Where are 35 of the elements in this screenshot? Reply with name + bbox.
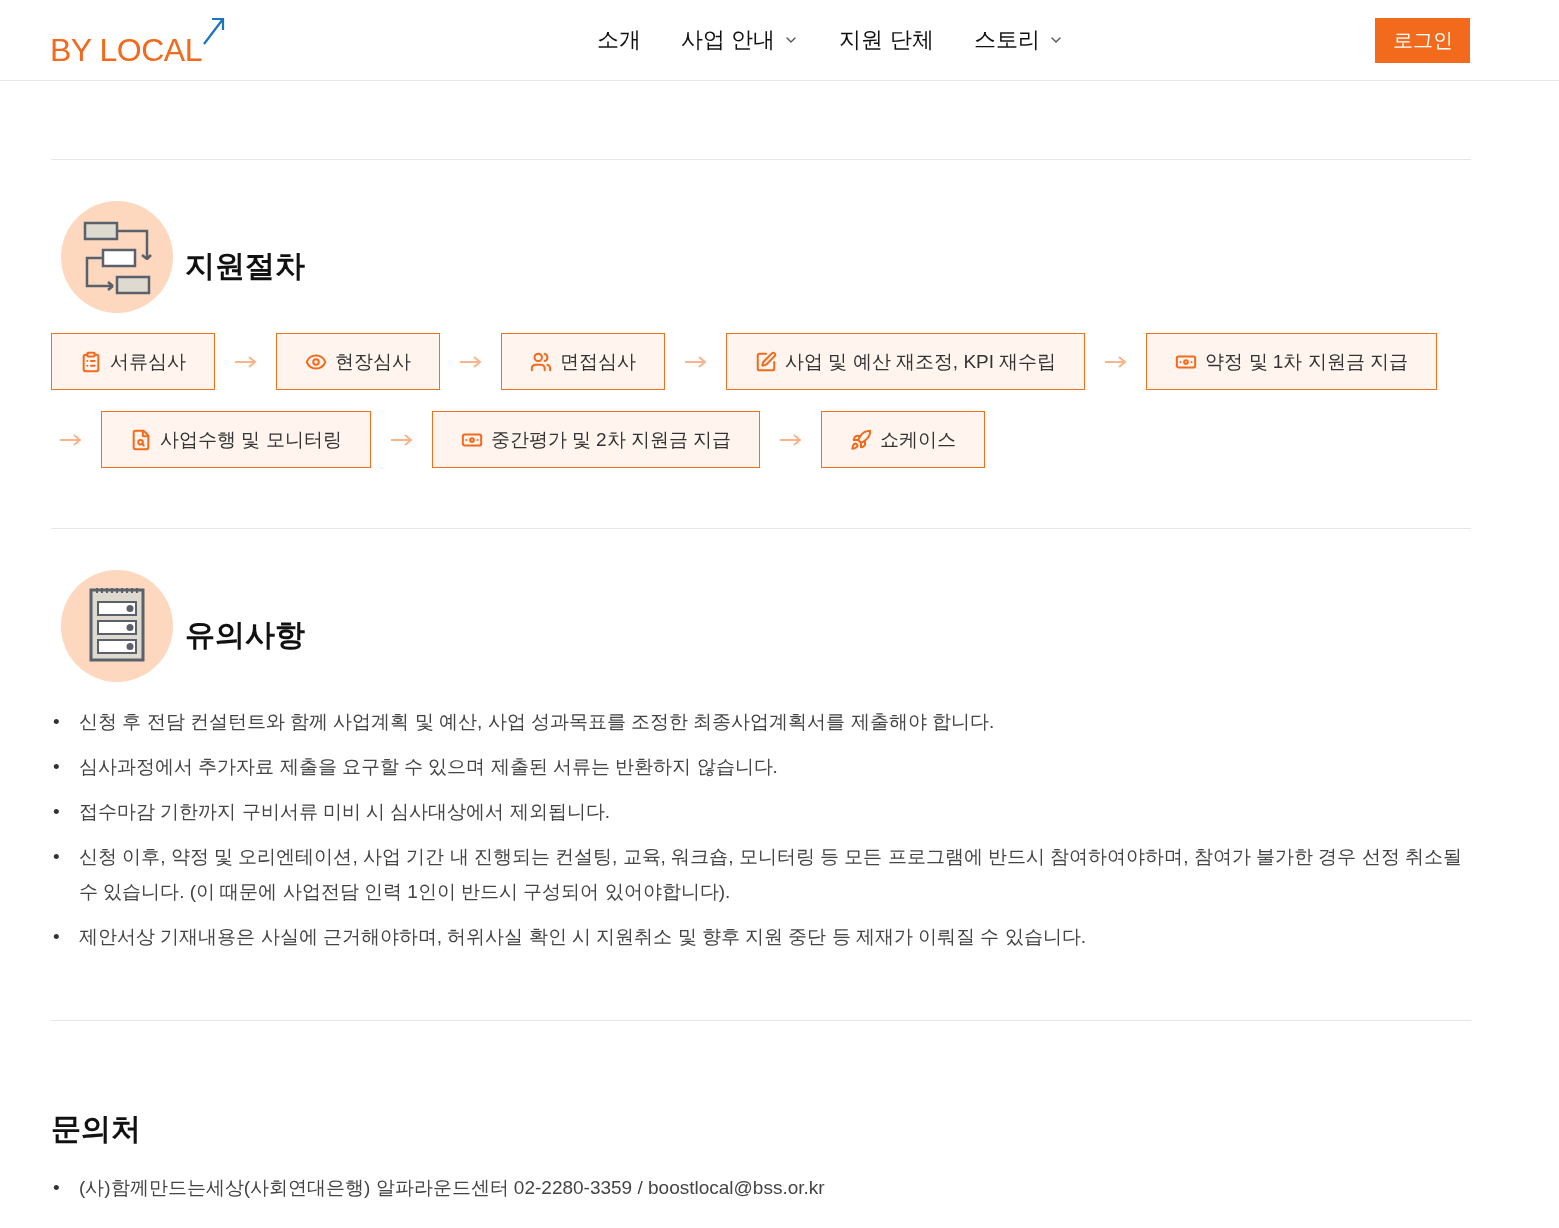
step-label: 사업 및 예산 재조정, KPI 재수립 [785, 349, 1057, 374]
notice-item: 신청 이후, 약정 및 오리엔테이션, 사업 기간 내 진행되는 컨설팅, 교육, 워크숍, 모니터링 등 모든 프로그램에 반드시 참여하여야하며, 참여가 불가한 경우 선정 취소될 수 있습니다. (이 때문에 사업전담 인력 1인이 반드시 구성되어 있어야합니다). [79, 845, 1463, 904]
file-search-icon [130, 428, 152, 451]
notice-item: 신청 후 전담 컨설턴트와 함께 사업계획 및 예산, 사업 성과목표를 조정한 최종사업계획서를 제출해야 합니다. [79, 710, 996, 734]
notice-item: 심사과정에서 추가자료 제출을 요구할 수 있으며 제출된 서류는 반환하지 않습니다. [79, 755, 779, 779]
nav-link[interactable]: 지원 단체 [839, 25, 934, 55]
step-label: 약정 및 1차 지원금 지급 [1205, 349, 1408, 374]
nav-link[interactable]: 사업 안내 [681, 25, 800, 55]
section-title: 유의사항 [185, 616, 305, 653]
step-label: 면접심사 [560, 349, 636, 374]
arrow-up-right-icon [201, 16, 226, 46]
step-label: 현장심사 [335, 349, 411, 374]
notice-item: 제안서상 기재내용은 사실에 근거해야하며, 허위사실 확인 시 지원취소 및 향후 지원 중단 등 제재가 이뤄질 수 있습니다. [79, 925, 1088, 949]
bullet: • [52, 800, 61, 824]
flowchart-icon [61, 201, 173, 313]
edit-icon [755, 350, 777, 373]
nav-link[interactable]: 소개 [597, 25, 642, 55]
step-label: 사업수행 및 모니터링 [160, 427, 342, 452]
bullet: • [52, 845, 61, 869]
rocket-icon [850, 428, 873, 451]
step-label: 쇼케이스 [880, 427, 957, 452]
people-icon [530, 350, 552, 373]
bullet: • [52, 755, 61, 779]
bullet: • [52, 710, 61, 734]
step-label: 서류심사 [110, 349, 186, 374]
checklist-icon [61, 570, 173, 682]
notice-item: 접수마감 기한까지 구비서류 미비 시 심사대상에서 제외됩니다. [79, 800, 611, 824]
nav-link[interactable]: 스토리 [973, 25, 1064, 55]
contact-item: (사)함께만드는세상(사회연대은행) 알파라운드센터 02-2280-3359 / boostlocal@bss.or.kr [79, 1176, 826, 1200]
step-label: 중간평가 및 2차 지원금 지급 [490, 427, 732, 452]
section-title: 지원절차 [185, 247, 305, 284]
clipboard-icon [80, 350, 102, 373]
bullet: • [52, 925, 61, 949]
bullet: • [52, 1176, 61, 1200]
section-title: 문의처 [51, 1111, 142, 1147]
